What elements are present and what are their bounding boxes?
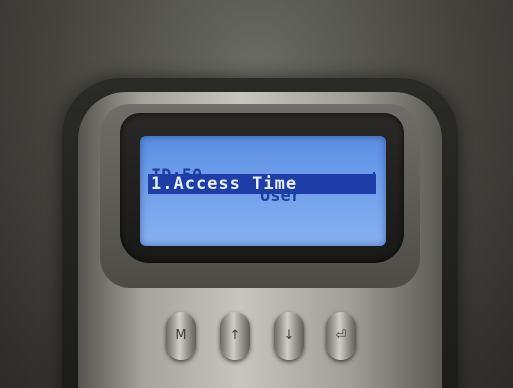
menu-item-access-time[interactable]: 1.Access Time	[148, 174, 376, 194]
up-arrow-icon: ↑	[229, 328, 241, 343]
ok-key[interactable]: ⏎	[326, 312, 356, 360]
menu-key-icon: M	[175, 328, 187, 343]
photo-background: ID:50 User 1.Access Time M ↑ ↓ ⏎	[0, 0, 513, 388]
ok-key-icon: ⏎	[335, 328, 347, 343]
down-arrow-icon: ↓	[283, 328, 295, 343]
status-line: ID:50 User	[148, 146, 376, 206]
down-key[interactable]: ↓	[274, 312, 304, 360]
up-key[interactable]: ↑	[220, 312, 250, 360]
lcd-screen: ID:50 User 1.Access Time	[140, 136, 386, 246]
keypad: M ↑ ↓ ⏎	[160, 312, 360, 364]
menu-key[interactable]: M	[166, 312, 196, 360]
